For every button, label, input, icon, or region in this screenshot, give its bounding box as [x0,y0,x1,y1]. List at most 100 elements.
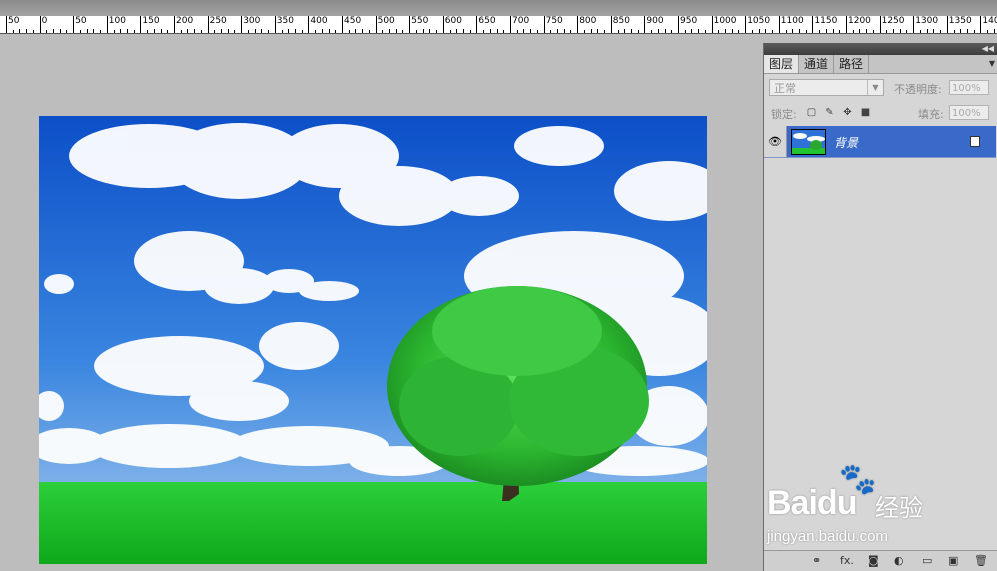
baidu-watermark: 🐾 Baidu 经验 jingyan.baidu.com [767,460,957,550]
ruler-label: 850 [612,16,630,26]
ruler-minor-tick [86,29,88,33]
ruler-minor-tick [200,30,202,33]
eye-icon[interactable]: 👁 [764,126,787,157]
ruler-minor-tick [583,30,585,33]
ruler-minor-tick [731,29,733,33]
ruler-minor-tick [268,30,270,33]
ruler-minor-tick [261,29,263,33]
ruler-minor-tick [402,30,404,33]
blend-opacity-row: 正常 ▼ 不透明度: 100% [764,74,997,100]
group-icon[interactable]: ▭ [922,554,932,568]
ruler-minor-tick [825,29,827,33]
ruler-major-tick [342,16,343,33]
ruler-minor-tick [126,29,128,33]
chevron-down-icon[interactable]: ▼ [867,80,883,95]
trash-icon[interactable]: 🗑 [974,554,988,568]
ruler-minor-tick [839,30,841,33]
ruler-minor-tick [919,30,921,33]
link-icon[interactable]: ⚭ [812,554,821,568]
ruler-minor-tick [147,30,149,33]
ruler-major-tick [375,16,377,33]
ruler-minor-tick [973,30,975,33]
ruler-minor-tick [395,29,397,33]
collapse-icon[interactable]: ◀◀ [982,43,994,55]
ruler-minor-tick [503,30,505,33]
lock-move-icon[interactable]: ✥ [842,107,853,118]
layer-row-background[interactable]: 👁 背景 [764,126,996,158]
ruler-minor-tick [758,29,760,33]
tab-channels[interactable]: 通道 [799,55,835,73]
lock-fill-row: 锁定: ▢ ✎ ✥ ■ 填充: 100% [764,100,997,127]
panel-footer: ⚭ fx. ◙ ◐ ▭ ▣ 🗑 [764,550,997,571]
ruler-minor-tick [93,29,95,33]
blend-mode-value: 正常 [774,82,796,95]
ruler-minor-tick [772,30,774,33]
ruler-minor-tick [906,30,908,33]
ruler-minor-tick [993,29,995,33]
opacity-label: 不透明度: [894,83,942,96]
mask-icon[interactable]: ◙ [868,554,879,568]
ruler-minor-tick [221,29,223,33]
ruler-minor-tick [335,30,337,33]
fill-input[interactable]: 100% [949,105,989,120]
watermark-url: jingyan.baidu.com [767,528,888,545]
panel-header[interactable]: ◀◀ [764,43,997,55]
ruler-minor-tick [657,29,659,33]
opacity-input[interactable]: 100% [949,80,989,95]
horizontal-ruler[interactable]: 50 0 50 100 150 200 250 300 350 400 450 500 550 600 65… [0,16,997,34]
ruler-label: 1250 [881,16,905,26]
ruler-minor-tick [832,29,834,33]
thumbnail-image [792,130,825,154]
tab-layers[interactable]: 图层 [764,55,800,73]
ruler-minor-tick [100,30,102,33]
ruler-minor-tick [698,29,700,33]
fx-icon[interactable]: fx. [840,554,854,568]
ruler-minor-tick [550,30,552,33]
ruler-minor-tick [933,29,935,33]
ruler-minor-tick [886,30,888,33]
ruler-major-tick [6,16,7,33]
ruler-minor-tick [617,30,619,33]
ruler-minor-tick [113,30,115,33]
ruler-minor-tick [362,29,364,33]
ruler-minor-tick [153,29,155,33]
ruler-minor-tick [160,29,162,33]
ruler-minor-tick [59,29,61,33]
lock-brush-icon[interactable]: ✎ [824,107,835,118]
ruler-label: 500 [377,16,395,26]
lock-all-icon[interactable]: ■ [860,107,871,118]
ruler-minor-tick [590,29,592,33]
tab-paths[interactable]: 路径 [834,55,870,73]
panel-menu-icon[interactable]: ▼ [989,59,995,68]
ruler-minor-tick [866,29,868,33]
ruler-minor-tick [966,29,968,33]
blend-mode-select[interactable]: 正常 ▼ [769,79,884,96]
ruler-minor-tick [422,29,424,33]
ruler-minor-tick [483,30,485,33]
ruler-label: 1100 [780,16,804,26]
layer-name[interactable]: 背景 [834,134,858,151]
layer-thumbnail[interactable] [791,129,826,155]
ruler-minor-tick [288,29,290,33]
ruler-label: 550 [411,16,429,26]
ruler-minor-tick [953,30,955,33]
new-layer-icon[interactable]: ▣ [948,554,958,568]
ruler-minor-tick [805,30,807,33]
ruler-minor-tick [940,30,942,33]
lock-transparent-icon[interactable]: ▢ [806,107,817,118]
ruler-minor-tick [254,29,256,33]
document-image[interactable] [39,116,707,564]
ruler-minor-tick [382,30,384,33]
ruler-minor-tick [167,30,169,33]
ruler-minor-tick [19,29,21,33]
ruler-minor-tick [301,30,303,33]
ruler-major-tick [207,16,209,33]
ruler-major-tick [577,16,579,33]
ruler-minor-tick [530,29,532,33]
ruler-minor-tick [785,30,787,33]
adjustment-icon[interactable]: ◐ [894,554,904,568]
ruler-minor-tick [436,30,438,33]
ruler-major-tick [711,16,713,33]
ruler-major-tick [510,16,511,33]
ruler-minor-tick [281,30,283,33]
